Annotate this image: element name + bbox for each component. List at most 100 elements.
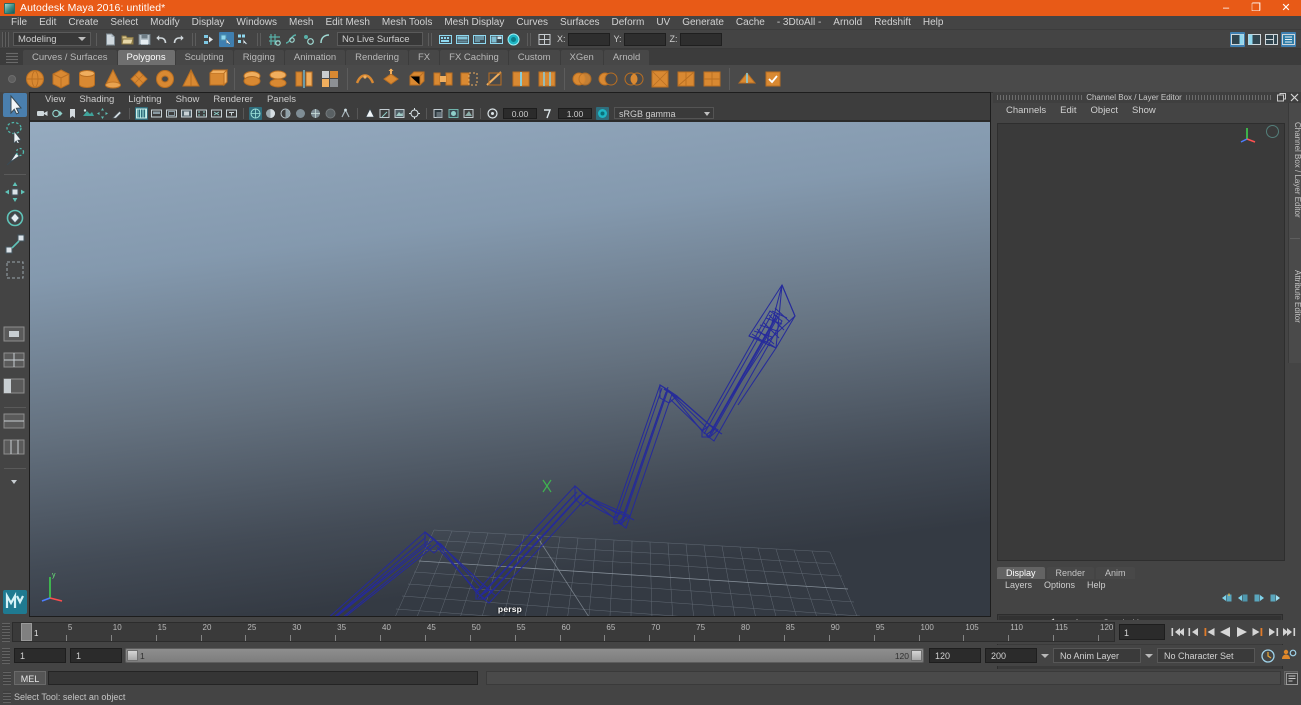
shelf-tab-animation[interactable]: Animation xyxy=(284,50,346,65)
safe-title-icon[interactable] xyxy=(225,107,238,120)
layer-editor-tab-anim[interactable]: Anim xyxy=(1096,567,1135,579)
menu-item-edit-mesh[interactable]: Edit Mesh xyxy=(319,16,375,30)
gamma-icon[interactable] xyxy=(541,107,554,120)
status-line-grip[interactable] xyxy=(2,31,9,47)
poly-pyramid-icon[interactable] xyxy=(179,67,203,91)
rotate-tool-button[interactable] xyxy=(3,206,27,230)
bookmark-icon[interactable] xyxy=(66,107,79,120)
menu-item-modify[interactable]: Modify xyxy=(144,16,185,30)
layer-editor-menu-options[interactable]: Options xyxy=(1038,579,1081,592)
boolean-difference-icon[interactable] xyxy=(596,67,620,91)
step-back-frame-button[interactable] xyxy=(1186,624,1201,640)
play-forwards-button[interactable] xyxy=(1234,624,1249,640)
menu-item-surfaces[interactable]: Surfaces xyxy=(554,16,605,30)
viewport-menu-view[interactable]: View xyxy=(38,93,72,106)
shelf-tab-xgen[interactable]: XGen xyxy=(560,50,603,65)
hardware-texturing-icon[interactable] xyxy=(393,107,406,120)
menu-set-selector[interactable]: Modeling xyxy=(13,32,91,46)
minimize-button[interactable]: – xyxy=(1211,0,1241,16)
quadrangulate-icon[interactable] xyxy=(700,67,724,91)
snap-to-grid-icon[interactable] xyxy=(267,32,282,47)
render-settings-icon[interactable] xyxy=(489,32,504,47)
menu-item-arnold[interactable]: Arnold xyxy=(827,16,868,30)
camera-attributes-icon[interactable] xyxy=(51,107,64,120)
anim-layer-selector[interactable]: No Anim Layer xyxy=(1053,648,1141,663)
quad-draw-icon[interactable] xyxy=(318,67,342,91)
color-management-selector[interactable]: sRGB gamma xyxy=(614,107,714,119)
separate-icon[interactable] xyxy=(266,67,290,91)
wireframe-icon[interactable] xyxy=(249,106,262,120)
playback-end-time-field[interactable]: 120 xyxy=(929,648,981,663)
poly-prism-icon[interactable] xyxy=(205,67,229,91)
chevron-down-icon[interactable] xyxy=(1041,653,1049,658)
smooth-shade-selected-icon[interactable] xyxy=(279,107,292,120)
film-origin-icon[interactable] xyxy=(195,107,208,120)
poly-cylinder-icon[interactable] xyxy=(75,67,99,91)
animation-preferences-button[interactable] xyxy=(1280,648,1297,664)
exposure-value[interactable]: 0.00 xyxy=(503,107,537,119)
render-icon[interactable] xyxy=(455,32,470,47)
shelf-tab-rendering[interactable]: Rendering xyxy=(346,50,408,65)
menu-item-edit[interactable]: Edit xyxy=(33,16,62,30)
select-camera-icon[interactable] xyxy=(36,107,49,120)
viewport-menu-shading[interactable]: Shading xyxy=(72,93,121,106)
menu-item-uv[interactable]: UV xyxy=(650,16,676,30)
step-forward-frame-button[interactable] xyxy=(1266,624,1281,640)
snap-to-curve-icon[interactable] xyxy=(284,32,299,47)
toggle-tool-settings-icon[interactable] xyxy=(1247,32,1262,47)
ipr-render-icon[interactable] xyxy=(472,32,487,47)
safe-action-icon[interactable] xyxy=(210,107,223,120)
menu-item-select[interactable]: Select xyxy=(104,16,144,30)
character-set-selector[interactable]: No Character Set xyxy=(1157,648,1255,663)
channel-box-menu-channels[interactable]: Channels xyxy=(999,103,1053,118)
last-tool-button[interactable] xyxy=(3,258,27,282)
play-backwards-button[interactable] xyxy=(1218,624,1233,640)
undock-icon[interactable] xyxy=(1277,93,1287,102)
resolution-gate-icon[interactable] xyxy=(165,107,178,120)
maximize-button[interactable]: ❐ xyxy=(1241,0,1271,16)
menu-item-create[interactable]: Create xyxy=(62,16,104,30)
help-line-grip[interactable] xyxy=(3,691,11,703)
toggle-channel-box-icon[interactable] xyxy=(1264,32,1279,47)
axis-x-field[interactable] xyxy=(567,32,610,46)
grid-icon[interactable] xyxy=(135,106,148,120)
menu-item-curves[interactable]: Curves xyxy=(510,16,554,30)
time-slider[interactable]: 1 5 10 15 20 25 30 35 40 45 50 55 60 65 70 75 80 85 90 95 1… xyxy=(12,622,1115,642)
outliner-persp-layout-button[interactable] xyxy=(3,378,27,402)
color-management-icon[interactable] xyxy=(596,106,609,120)
panel-zoom-icon[interactable] xyxy=(378,107,391,120)
bridge-icon[interactable] xyxy=(431,67,455,91)
scale-tool-button[interactable] xyxy=(3,232,27,256)
save-scene-icon[interactable] xyxy=(137,32,152,47)
menu-item-3dtoall[interactable]: - 3DtoAll - xyxy=(771,16,827,30)
layer-editor-menu-help[interactable]: Help xyxy=(1081,579,1112,592)
smooth-shade-all-icon[interactable] xyxy=(264,107,277,120)
script-editor-button[interactable] xyxy=(1284,671,1298,685)
undo-icon[interactable] xyxy=(154,32,169,47)
show-render-view-icon[interactable] xyxy=(438,32,453,47)
shelf-tab-arnold[interactable]: Arnold xyxy=(603,50,650,65)
viewport-menu-renderer[interactable]: Renderer xyxy=(206,93,260,106)
shelf-tab-fx-caching[interactable]: FX Caching xyxy=(440,50,508,65)
command-result-output[interactable] xyxy=(486,671,1281,685)
menu-item-generate[interactable]: Generate xyxy=(676,16,730,30)
axis-y-field[interactable] xyxy=(623,32,666,46)
insert-edge-loop-icon[interactable] xyxy=(509,67,533,91)
new-layer-icon[interactable] xyxy=(1221,593,1232,603)
redo-icon[interactable] xyxy=(171,32,186,47)
move-layer-down-icon[interactable] xyxy=(1269,593,1280,603)
playback-start-time-field[interactable]: 1 xyxy=(70,648,122,663)
bevel-icon[interactable] xyxy=(405,67,429,91)
menu-item-file[interactable]: File xyxy=(5,16,33,30)
poly-cube-icon[interactable] xyxy=(49,67,73,91)
axis-z-field[interactable] xyxy=(679,32,722,46)
chevron-down-icon[interactable] xyxy=(1145,653,1153,658)
exposure-icon[interactable] xyxy=(486,107,499,120)
range-start-handle[interactable] xyxy=(127,650,138,661)
shelf-tab-curves-surfaces[interactable]: Curves / Surfaces xyxy=(23,50,117,65)
layer-editor-tab-render[interactable]: Render xyxy=(1046,567,1095,579)
step-back-key-button[interactable] xyxy=(1202,624,1217,640)
isolate-select-icon[interactable] xyxy=(363,107,376,120)
use-all-lights-icon[interactable] xyxy=(408,107,421,120)
menu-item-mesh-tools[interactable]: Mesh Tools xyxy=(376,16,438,30)
